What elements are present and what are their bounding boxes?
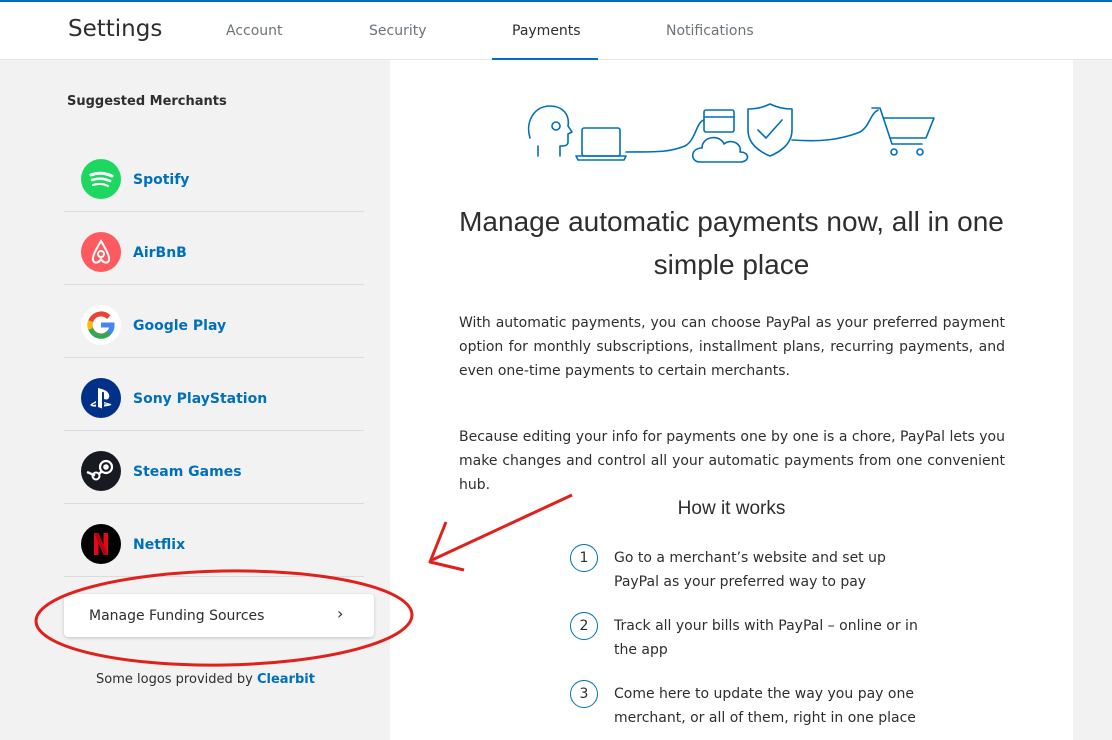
merchant-name: Steam Games [133, 464, 242, 480]
hub-paragraph: Because editing your info for payments o… [459, 429, 1005, 493]
clearbit-link[interactable]: Clearbit [257, 672, 315, 687]
suggested-merchants-heading: Suggested Merchants [67, 94, 227, 109]
step-text: Go to a merchant’s website and set up Pa… [614, 550, 886, 590]
merchant-name: Spotify [133, 172, 190, 188]
merchant-item-spotify[interactable]: Spotify [64, 139, 364, 212]
steam-logo-icon [81, 451, 121, 491]
merchant-item-steam-games[interactable]: Steam Games [64, 431, 364, 504]
automatic-payments-illustration-icon [520, 100, 940, 180]
google-logo-icon [81, 305, 121, 345]
how-it-works-heading: How it works [677, 498, 786, 519]
playstation-logo-icon [81, 378, 121, 418]
merchant-item-sony-playstation[interactable]: Sony PlayStation [64, 358, 364, 431]
page-title: Settings [68, 16, 163, 42]
top-navigation-bar: Settings Account Security Payments Notif… [0, 0, 1112, 61]
tab-payments[interactable]: Payments [512, 23, 581, 39]
netflix-logo-icon [81, 524, 121, 564]
step-number: 2 [570, 612, 598, 640]
step-text: Track all your bills with PayPal – onlin… [614, 618, 918, 658]
tab-security[interactable]: Security [369, 23, 427, 39]
airbnb-logo-icon [81, 232, 121, 272]
intro-paragraph: With automatic payments, you can choose … [459, 315, 1005, 379]
step-number: 1 [570, 544, 598, 572]
step-text: Come here to update the way you pay one … [614, 686, 916, 726]
merchant-item-netflix[interactable]: Netflix [64, 504, 364, 577]
tab-account[interactable]: Account [226, 23, 283, 39]
chevron-right-icon: › [337, 604, 344, 623]
sidebar: Suggested Merchants Spotify AirBnB Googl… [0, 60, 390, 740]
merchant-name: Netflix [133, 537, 186, 553]
spotify-logo-icon [81, 159, 121, 199]
merchant-item-google-play[interactable]: Google Play [64, 285, 364, 358]
step-number: 3 [570, 680, 598, 708]
tab-notifications[interactable]: Notifications [666, 23, 754, 39]
manage-funding-sources-label: Manage Funding Sources [89, 608, 265, 624]
main-content: Manage automatic payments now, all in on… [390, 60, 1073, 740]
page-headline: Manage automatic payments now, all in on… [459, 206, 1004, 280]
credits-text: Some logos provided by [96, 672, 253, 687]
merchant-item-airbnb[interactable]: AirBnB [64, 212, 364, 285]
logo-credits: Some logos provided by Clearbit [96, 672, 315, 687]
merchant-name: AirBnB [133, 245, 187, 261]
merchant-name: Google Play [133, 318, 227, 334]
manage-funding-sources-button[interactable]: Manage Funding Sources › [64, 594, 374, 637]
merchant-name: Sony PlayStation [133, 391, 268, 407]
right-gutter [1073, 60, 1112, 740]
